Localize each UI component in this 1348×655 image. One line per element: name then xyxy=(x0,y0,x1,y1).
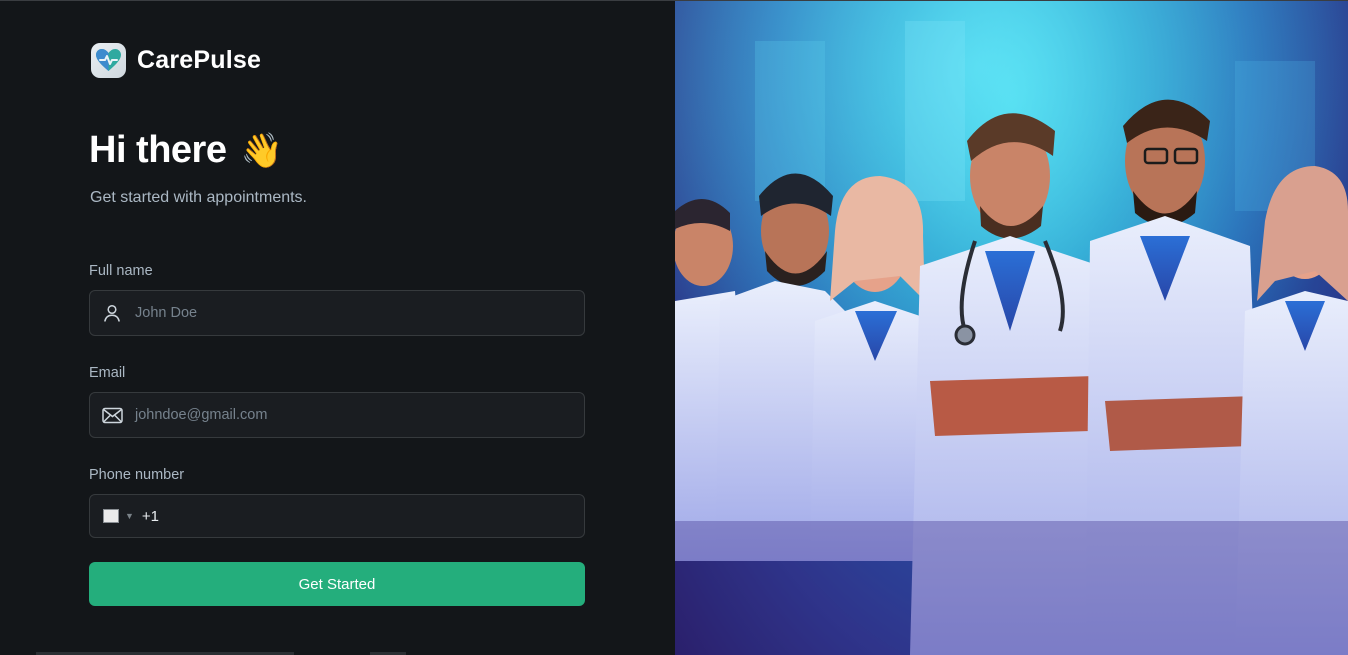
mail-icon xyxy=(101,404,123,426)
user-icon xyxy=(101,302,123,324)
form-panel: CarePulse Hi there 👋 Get started with ap… xyxy=(0,1,675,655)
page-title: Hi there 👋 xyxy=(89,129,283,172)
heart-pulse-icon xyxy=(91,43,126,78)
flag-icon[interactable] xyxy=(103,509,119,523)
full-name-field[interactable]: John Doe xyxy=(89,290,585,336)
phone-field[interactable]: ▼ +1 xyxy=(89,494,585,538)
phone-label: Phone number xyxy=(89,467,185,483)
get-started-button[interactable]: Get Started xyxy=(89,562,585,606)
full-name-label: Full name xyxy=(89,263,153,279)
email-field[interactable]: johndoe@gmail.com xyxy=(89,392,585,438)
doctors-illustration xyxy=(675,1,1348,655)
title-text: Hi there xyxy=(89,129,227,171)
page-subtitle: Get started with appointments. xyxy=(90,189,307,206)
country-code: +1 xyxy=(141,507,160,525)
email-label: Email xyxy=(89,365,126,381)
brand-logo[interactable]: CarePulse xyxy=(91,43,261,78)
waving-hand-icon: 👋 xyxy=(240,131,283,170)
hero-panel xyxy=(675,1,1348,655)
email-placeholder: johndoe@gmail.com xyxy=(135,407,268,423)
full-name-placeholder: John Doe xyxy=(135,305,198,321)
chevron-down-icon[interactable]: ▼ xyxy=(125,511,134,521)
brand-name: CarePulse xyxy=(137,46,262,74)
